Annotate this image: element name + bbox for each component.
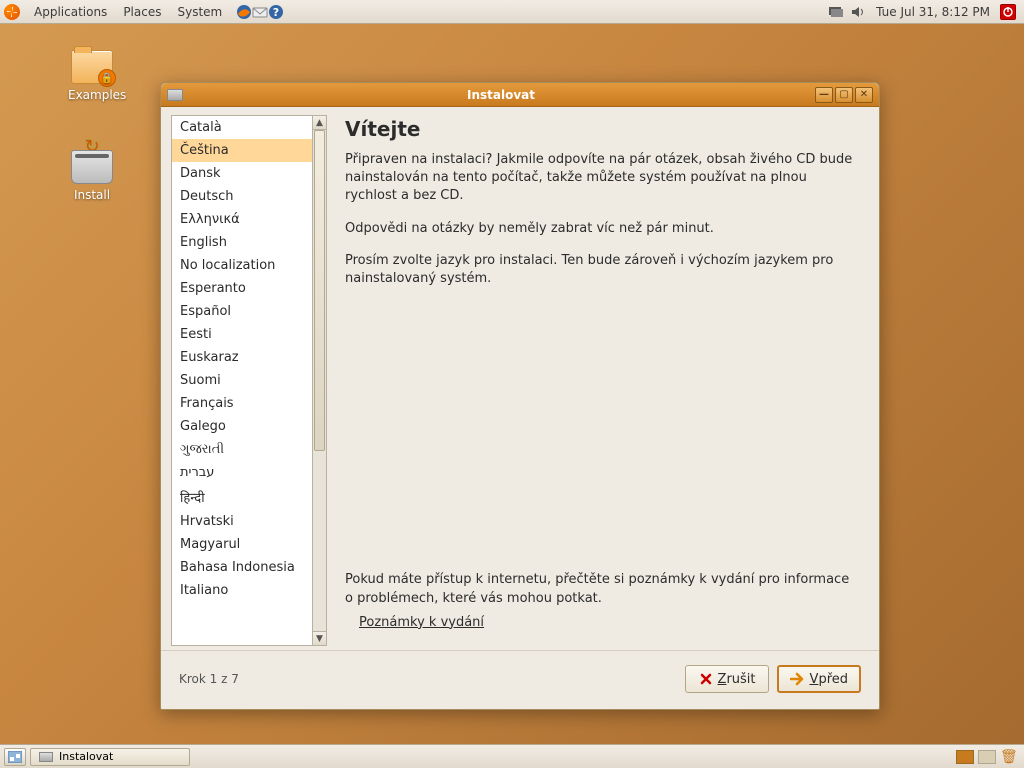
system-tray: Tue Jul 31, 8:12 PM — [828, 4, 1020, 20]
clock[interactable]: Tue Jul 31, 8:12 PM — [872, 5, 994, 19]
step-indicator: Krok 1 z 7 — [179, 672, 239, 686]
trash-icon[interactable]: 🗑 — [1000, 749, 1016, 765]
window-title: Instalovat — [189, 88, 813, 102]
task-installer[interactable]: Instalovat — [30, 748, 190, 766]
installer-window: Instalovat — ▢ ✕ CatalàČeštinaDanskDeuts… — [160, 82, 880, 710]
scroll-track[interactable] — [313, 130, 326, 631]
language-option[interactable]: Deutsch — [172, 185, 312, 208]
footer: Krok 1 z 7 Zrušit Vpřed — [161, 650, 879, 709]
cancel-icon — [698, 671, 714, 687]
system-menu[interactable]: System — [169, 3, 230, 21]
welcome-heading: Vítejte — [345, 117, 859, 141]
minimize-button[interactable]: — — [815, 87, 833, 103]
language-option[interactable]: Italiano — [172, 579, 312, 602]
language-option[interactable]: Galego — [172, 415, 312, 438]
language-option[interactable]: Dansk — [172, 162, 312, 185]
intro-para-1: Připraven na instalaci? Jakmile odpovíte… — [345, 151, 859, 206]
drive-icon — [71, 150, 113, 184]
forward-label: Vpřed — [810, 672, 848, 687]
places-menu[interactable]: Places — [115, 3, 169, 21]
help-icon[interactable]: ? — [268, 4, 284, 20]
top-panel: Applications Places System ? Tue Jul 31,… — [0, 0, 1024, 24]
intro-para-2: Odpovědi na otázky by neměly zabrat víc … — [345, 220, 859, 238]
forward-icon — [790, 671, 806, 687]
maximize-button[interactable]: ▢ — [835, 87, 853, 103]
network-icon[interactable] — [828, 4, 844, 20]
task-label: Instalovat — [59, 750, 113, 763]
language-option[interactable]: Euskaraz — [172, 346, 312, 369]
intro-para-3: Prosím zvolte jazyk pro instalaci. Ten b… — [345, 252, 859, 288]
main-content: Vítejte Připraven na instalaci? Jakmile … — [333, 115, 869, 646]
window-icon — [167, 89, 183, 101]
release-notes-link[interactable]: Poznámky k vydání — [359, 615, 484, 630]
language-option[interactable]: English — [172, 231, 312, 254]
install-launcher[interactable]: ↻ Install — [68, 150, 116, 202]
volume-icon[interactable] — [850, 4, 866, 20]
language-option[interactable]: Esperanto — [172, 277, 312, 300]
language-option[interactable]: Bahasa Indonesia — [172, 556, 312, 579]
language-option[interactable]: Magyarul — [172, 533, 312, 556]
cancel-button[interactable]: Zrušit — [685, 665, 769, 693]
folder-icon: 🔒 — [71, 50, 113, 84]
lock-badge-icon: 🔒 — [98, 69, 116, 87]
release-notes-para: Pokud máte přístup k internetu, přečtěte… — [345, 571, 859, 607]
forward-button[interactable]: Vpřed — [777, 665, 861, 693]
workspace-2[interactable] — [978, 750, 996, 764]
titlebar[interactable]: Instalovat — ▢ ✕ — [161, 83, 879, 107]
language-option[interactable]: Català — [172, 116, 312, 139]
shutdown-button[interactable] — [1000, 4, 1016, 20]
language-option[interactable]: Čeština — [172, 139, 312, 162]
examples-folder[interactable]: 🔒 Examples — [68, 50, 116, 102]
install-label: Install — [68, 188, 116, 202]
firefox-icon[interactable] — [236, 4, 252, 20]
language-option[interactable]: Suomi — [172, 369, 312, 392]
bottom-panel: Instalovat 🗑 — [0, 744, 1024, 768]
language-option[interactable]: ગુજરાતી — [172, 438, 312, 461]
mail-icon[interactable] — [252, 4, 268, 20]
scroll-down-icon[interactable]: ▼ — [313, 631, 326, 645]
cancel-label: Zrušit — [718, 672, 756, 687]
examples-label: Examples — [68, 88, 116, 102]
ubuntu-logo-icon — [4, 4, 20, 20]
show-desktop-button[interactable] — [4, 748, 26, 766]
close-button[interactable]: ✕ — [855, 87, 873, 103]
svg-text:?: ? — [273, 6, 279, 19]
language-option[interactable]: Español — [172, 300, 312, 323]
applications-menu[interactable]: Applications — [26, 3, 115, 21]
language-option[interactable]: Ελληνικά — [172, 208, 312, 231]
language-option[interactable]: हिन्दी — [172, 484, 312, 510]
task-icon — [39, 752, 53, 762]
scroll-thumb[interactable] — [314, 130, 325, 451]
language-option[interactable]: Français — [172, 392, 312, 415]
language-option[interactable]: No localization — [172, 254, 312, 277]
language-option[interactable]: Eesti — [172, 323, 312, 346]
language-option[interactable]: עברית — [172, 461, 312, 484]
workspace-1[interactable] — [956, 750, 974, 764]
language-list[interactable]: CatalàČeštinaDanskDeutschΕλληνικάEnglish… — [171, 115, 313, 646]
language-list-wrap: CatalàČeštinaDanskDeutschΕλληνικάEnglish… — [171, 115, 327, 646]
scroll-up-icon[interactable]: ▲ — [313, 116, 326, 130]
scrollbar[interactable]: ▲ ▼ — [313, 115, 327, 646]
language-option[interactable]: Hrvatski — [172, 510, 312, 533]
